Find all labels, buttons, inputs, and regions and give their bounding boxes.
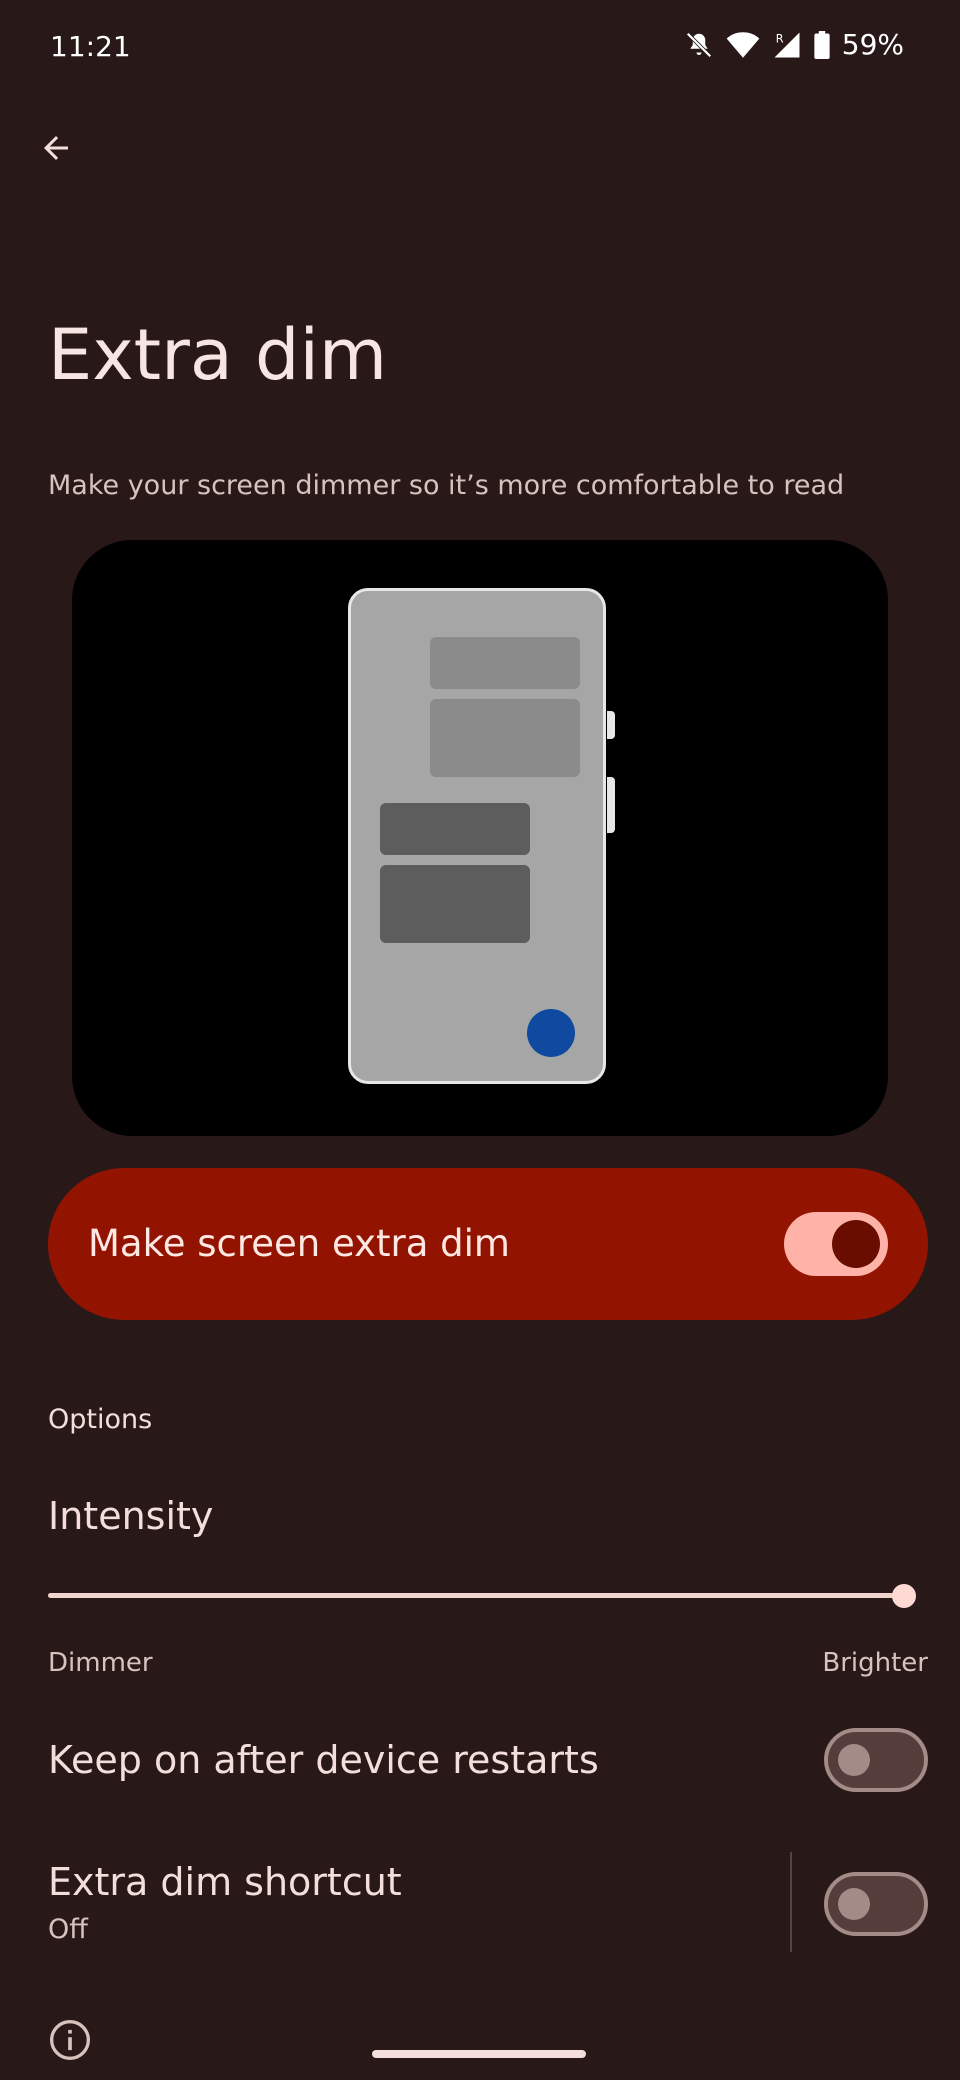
illustration-card <box>430 699 580 777</box>
illustration-fab <box>527 1009 575 1057</box>
shortcut-summary: Off <box>48 1914 88 1945</box>
arrow-back-icon <box>38 130 74 170</box>
slider-max-label: Brighter <box>822 1648 928 1678</box>
status-time: 11:21 <box>50 30 131 63</box>
illustration-card <box>380 865 530 943</box>
main-switch[interactable] <box>784 1212 888 1276</box>
slider-track <box>48 1593 904 1598</box>
intensity-title: Intensity <box>48 1494 214 1538</box>
keep-on-title[interactable]: Keep on after device restarts <box>48 1738 599 1782</box>
signal-roaming-icon: R <box>772 30 802 60</box>
switch-thumb <box>838 1744 870 1776</box>
intensity-slider[interactable] <box>48 1576 916 1616</box>
keep-on-switch[interactable] <box>824 1728 928 1792</box>
slider-thumb[interactable] <box>892 1584 916 1608</box>
phone-side-button <box>607 711 615 739</box>
illustration-card <box>430 637 580 689</box>
svg-text:R: R <box>776 32 784 45</box>
slider-min-label: Dimmer <box>48 1648 153 1678</box>
illustration-card <box>380 803 530 855</box>
make-screen-extra-dim-toggle[interactable]: Make screen extra dim <box>48 1168 928 1320</box>
switch-thumb <box>838 1888 870 1920</box>
shortcut-switch[interactable] <box>824 1872 928 1936</box>
info-icon <box>48 2018 92 2062</box>
extra-dim-illustration <box>72 540 888 1136</box>
phone-side-button <box>607 777 615 833</box>
wifi-icon <box>726 30 760 60</box>
page-subtitle: Make your screen dimmer so it’s more com… <box>48 470 845 501</box>
status-icons: R 59% <box>684 28 904 61</box>
switch-thumb <box>832 1220 880 1268</box>
options-header: Options <box>48 1404 153 1435</box>
shortcut-title[interactable]: Extra dim shortcut <box>48 1860 402 1904</box>
phone-illustration <box>348 588 615 1084</box>
battery-icon <box>814 30 830 59</box>
status-bar: 11:21 R 59% <box>0 0 960 96</box>
main-toggle-label: Make screen extra dim <box>88 1222 510 1265</box>
back-button[interactable] <box>30 124 82 176</box>
row-divider <box>790 1852 792 1952</box>
navigation-handle[interactable] <box>372 2050 586 2058</box>
page-title: Extra dim <box>48 314 388 396</box>
mute-icon <box>684 30 714 60</box>
battery-percentage: 59% <box>841 28 904 61</box>
